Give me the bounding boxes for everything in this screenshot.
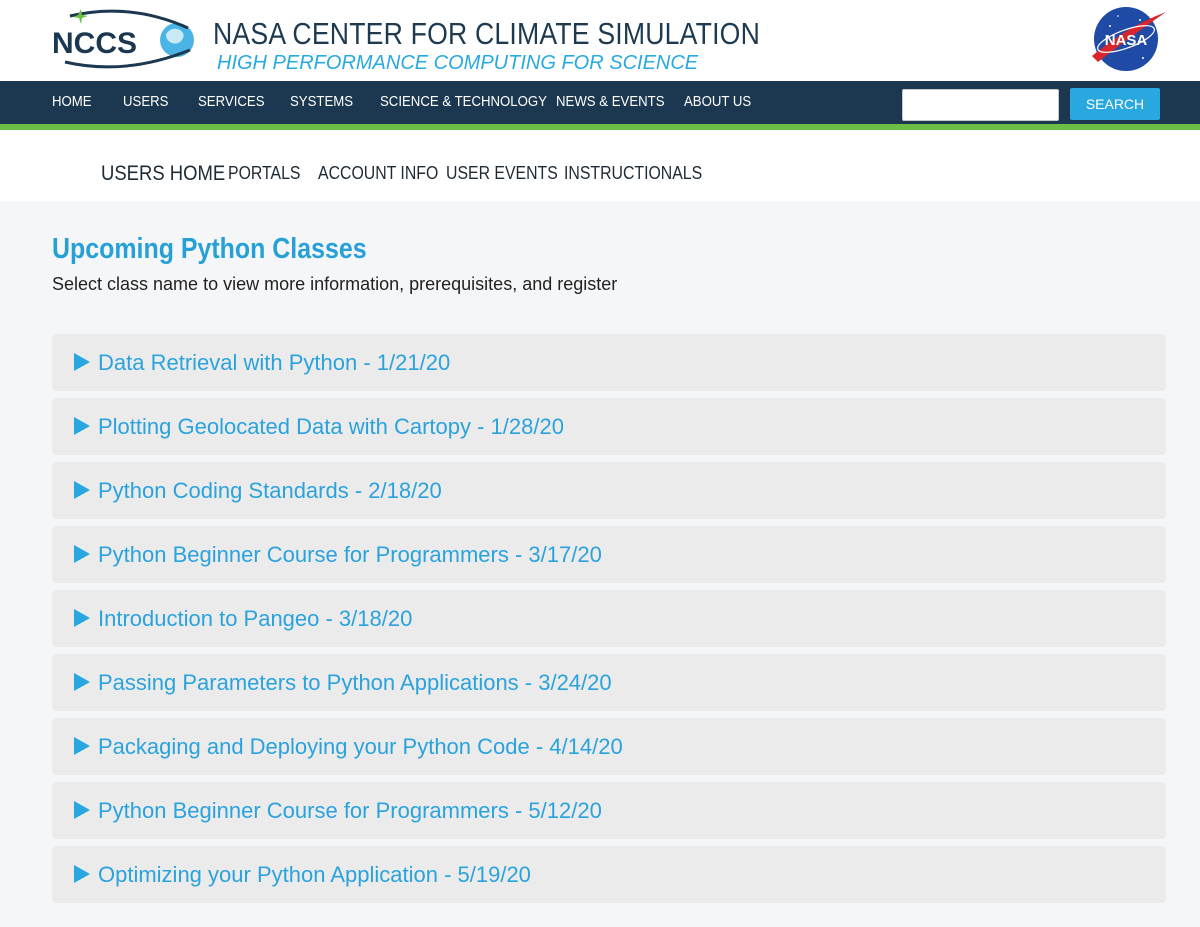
- class-item-optimizing[interactable]: Optimizing your Python Application - 5/1…: [52, 846, 1166, 903]
- search-button[interactable]: SEARCH: [1070, 88, 1160, 120]
- expand-arrow-icon: [74, 673, 90, 691]
- class-item-label[interactable]: Plotting Geolocated Data with Cartopy - …: [98, 414, 564, 440]
- svg-text:NASA: NASA: [1105, 32, 1148, 49]
- sub-nav-portals[interactable]: PORTALS: [228, 163, 300, 184]
- class-item-label[interactable]: Packaging and Deploying your Python Code…: [98, 734, 623, 760]
- sub-nav-account-info[interactable]: ACCOUNT INFO: [318, 163, 438, 184]
- class-item-label[interactable]: Python Beginner Course for Programmers -…: [98, 542, 602, 568]
- class-item-beginner-course-march[interactable]: Python Beginner Course for Programmers -…: [52, 526, 1166, 583]
- site-title: NASA CENTER FOR CLIMATE SIMULATION: [213, 16, 761, 51]
- class-item-label[interactable]: Introduction to Pangeo - 3/18/20: [98, 606, 412, 632]
- search-input[interactable]: [902, 89, 1059, 121]
- class-item-passing-parameters[interactable]: Passing Parameters to Python Application…: [52, 654, 1166, 711]
- class-item-data-retrieval[interactable]: Data Retrieval with Python - 1/21/20: [52, 334, 1166, 391]
- expand-arrow-icon: [74, 481, 90, 499]
- nccs-logo[interactable]: NCCS: [50, 6, 200, 70]
- site-tagline: HIGH PERFORMANCE COMPUTING FOR SCIENCE: [217, 52, 699, 74]
- expand-arrow-icon: [74, 801, 90, 819]
- class-item-beginner-course-may[interactable]: Python Beginner Course for Programmers -…: [52, 782, 1166, 839]
- site-header: NCCS NASA CENTER FOR CLIMATE SIMULATION …: [0, 0, 1200, 81]
- class-item-label[interactable]: Python Coding Standards - 2/18/20: [98, 478, 442, 504]
- sub-nav: USERS HOME PORTALS ACCOUNT INFO USER EVE…: [0, 130, 1200, 201]
- expand-arrow-icon: [74, 609, 90, 627]
- nav-item-about-us[interactable]: ABOUT US: [684, 93, 751, 110]
- expand-arrow-icon: [74, 737, 90, 755]
- nav-item-services[interactable]: SERVICES: [198, 93, 265, 110]
- sub-nav-instructionals[interactable]: INSTRUCTIONALS: [564, 163, 702, 184]
- nav-item-news-events[interactable]: NEWS & EVENTS: [556, 93, 665, 110]
- expand-arrow-icon: [74, 865, 90, 883]
- svg-text:NCCS: NCCS: [52, 27, 137, 60]
- nasa-logo[interactable]: NASA: [1088, 4, 1168, 72]
- sub-nav-user-events[interactable]: USER EVENTS: [446, 163, 558, 184]
- main-nav: HOME USERS SERVICES SYSTEMS SCIENCE & TE…: [0, 81, 1200, 124]
- class-item-plotting-cartopy[interactable]: Plotting Geolocated Data with Cartopy - …: [52, 398, 1166, 455]
- expand-arrow-icon: [74, 353, 90, 371]
- nav-item-science-technology[interactable]: SCIENCE & TECHNOLOGY: [380, 93, 547, 110]
- page-title: Upcoming Python Classes: [52, 233, 367, 265]
- nav-item-home[interactable]: HOME: [52, 93, 92, 110]
- nav-item-systems[interactable]: SYSTEMS: [290, 93, 353, 110]
- class-item-pangeo[interactable]: Introduction to Pangeo - 3/18/20: [52, 590, 1166, 647]
- sub-nav-users-home[interactable]: USERS HOME: [101, 162, 225, 186]
- expand-arrow-icon: [74, 417, 90, 435]
- class-item-label[interactable]: Python Beginner Course for Programmers -…: [98, 798, 602, 824]
- class-item-packaging-deploying[interactable]: Packaging and Deploying your Python Code…: [52, 718, 1166, 775]
- class-item-coding-standards[interactable]: Python Coding Standards - 2/18/20: [52, 462, 1166, 519]
- class-item-label[interactable]: Optimizing your Python Application - 5/1…: [98, 862, 531, 888]
- class-item-label[interactable]: Data Retrieval with Python - 1/21/20: [98, 350, 450, 376]
- expand-arrow-icon: [74, 545, 90, 563]
- class-item-label[interactable]: Passing Parameters to Python Application…: [98, 670, 612, 696]
- class-list: Data Retrieval with Python - 1/21/20 Plo…: [52, 334, 1166, 910]
- nav-item-users[interactable]: USERS: [123, 93, 168, 110]
- page-subtitle: Select class name to view more informati…: [52, 274, 618, 294]
